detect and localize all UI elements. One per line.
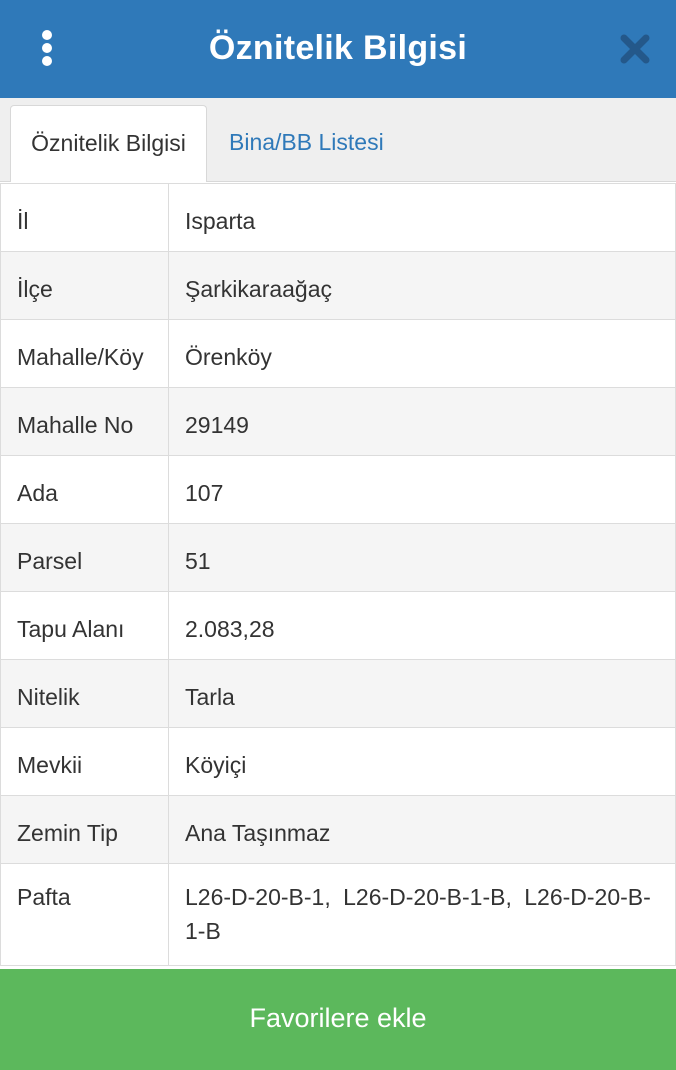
add-to-favorites-button[interactable]: Favorilere ekle <box>0 969 676 1070</box>
attribute-value: Ana Taşınmaz <box>168 795 676 864</box>
attribute-key: Mahalle/Köy <box>0 319 169 388</box>
tab-oznitelik-bilgisi[interactable]: Öznitelik Bilgisi <box>10 105 207 182</box>
attribute-value: Isparta <box>168 183 676 252</box>
table-row: Mevkii Köyiçi <box>0 727 676 796</box>
attribute-value: Tarla <box>168 659 676 728</box>
table-row: Pafta L26-D-20-B-1, L26-D-20-B-1-B, L26-… <box>0 863 676 966</box>
attribute-value: Şarkikaraağaç <box>168 251 676 320</box>
attribute-value: Köyiçi <box>168 727 676 796</box>
close-icon[interactable] <box>618 32 652 66</box>
attribute-value: 107 <box>168 455 676 524</box>
dialog-header: Öznitelik Bilgisi <box>0 0 676 98</box>
attribute-key: Ada <box>0 455 169 524</box>
table-row: Mahalle No 29149 <box>0 387 676 456</box>
attribute-key: Mevkii <box>0 727 169 796</box>
table-row: Nitelik Tarla <box>0 659 676 728</box>
attribute-key: İlçe <box>0 251 169 320</box>
dialog-title: Öznitelik Bilgisi <box>208 29 468 67</box>
attribute-value: 51 <box>168 523 676 592</box>
attribute-key: Mahalle No <box>0 387 169 456</box>
attribute-value: Örenköy <box>168 319 676 388</box>
attribute-value: L26-D-20-B-1, L26-D-20-B-1-B, L26-D-20-B… <box>168 863 676 966</box>
attribute-key: Pafta <box>0 863 169 966</box>
table-row: Ada 107 <box>0 455 676 524</box>
table-row: Tapu Alanı 2.083,28 <box>0 591 676 660</box>
table-row: Parsel 51 <box>0 523 676 592</box>
table-row: İl Isparta <box>0 183 676 252</box>
attribute-table: İl Isparta İlçe Şarkikaraağaç Mahalle/Kö… <box>0 183 676 966</box>
table-row: Zemin Tip Ana Taşınmaz <box>0 795 676 864</box>
attribute-key: Zemin Tip <box>0 795 169 864</box>
table-row: İlçe Şarkikaraağaç <box>0 251 676 320</box>
tab-bina-bb-listesi[interactable]: Bina/BB Listesi <box>229 105 384 182</box>
attribute-key: Nitelik <box>0 659 169 728</box>
attribute-value: 2.083,28 <box>168 591 676 660</box>
attribute-key: Tapu Alanı <box>0 591 169 660</box>
table-row: Mahalle/Köy Örenköy <box>0 319 676 388</box>
tab-bar: Öznitelik Bilgisi Bina/BB Listesi <box>0 98 676 182</box>
attribute-value: 29149 <box>168 387 676 456</box>
attribute-key: İl <box>0 183 169 252</box>
attribute-key: Parsel <box>0 523 169 592</box>
